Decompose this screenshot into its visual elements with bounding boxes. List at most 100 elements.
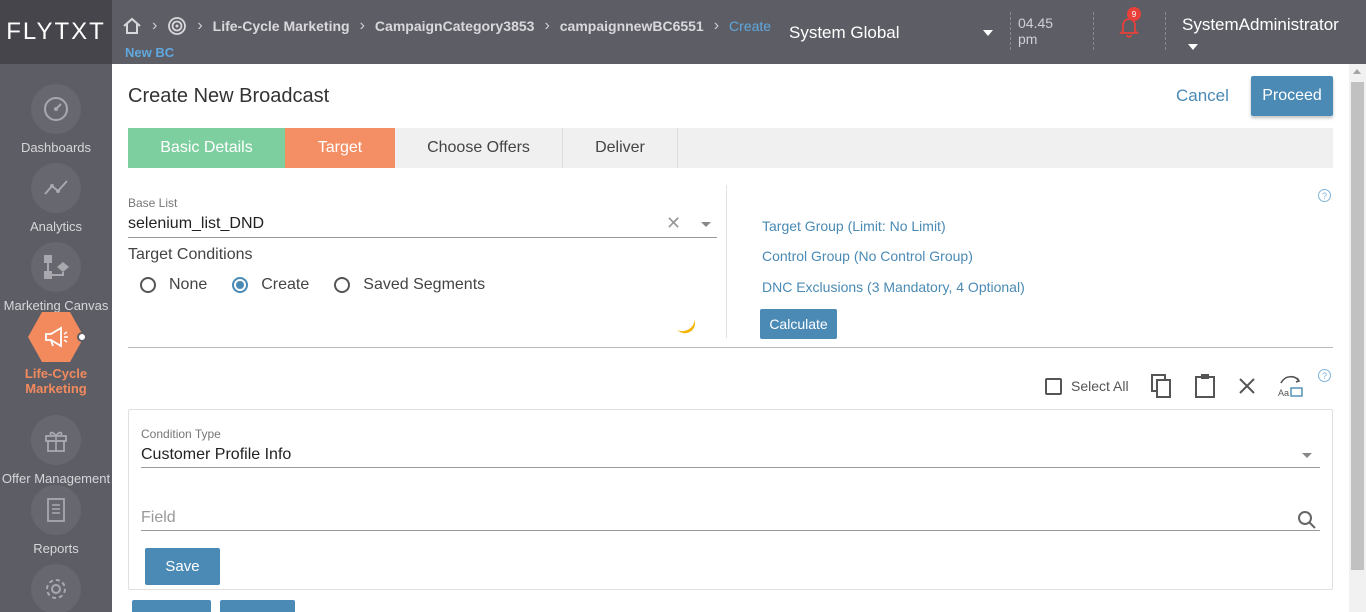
condition-type-select[interactable]: Customer Profile Info <box>141 446 291 464</box>
chevron-down-icon[interactable] <box>983 30 993 36</box>
chevron-right-icon: › <box>713 17 720 34</box>
dnc-exclusions-link[interactable]: DNC Exclusions (3 Mandatory, 4 Optional) <box>762 279 1025 295</box>
cancel-button[interactable]: Cancel <box>1176 86 1229 106</box>
condition-type-label: Condition Type <box>141 427 221 441</box>
gear-icon <box>31 564 81 612</box>
close-icon[interactable] <box>1237 376 1257 396</box>
chevron-right-icon: › <box>152 17 158 34</box>
sidebar-item-label: Life-Cycle Marketing <box>0 366 112 396</box>
chevron-down-icon[interactable] <box>1188 44 1198 50</box>
target-conditions-title: Target Conditions <box>128 246 253 263</box>
sidebar-item-reports[interactable]: Reports <box>0 485 112 556</box>
radio-none[interactable] <box>140 277 156 293</box>
label-line2: Marketing <box>25 381 87 396</box>
save-button[interactable]: Save <box>145 548 220 585</box>
underline <box>141 467 1320 468</box>
document-icon <box>31 485 81 535</box>
sidebar-item-marketing-canvas[interactable]: Marketing Canvas <box>0 242 112 313</box>
target-condition-options: None Create Saved Segments <box>140 276 510 294</box>
condition-card <box>128 409 1333 590</box>
clock: 04.45 pm <box>1018 15 1053 47</box>
paste-icon[interactable] <box>1193 373 1217 399</box>
megaphone-icon <box>28 312 84 362</box>
loading-spinner-icon <box>673 313 699 337</box>
select-all-checkbox[interactable] <box>1045 377 1062 395</box>
radio-label-none[interactable]: None <box>169 276 207 294</box>
wizard-steps: Basic Details Target Choose Offers Deliv… <box>128 128 1333 168</box>
sidebar: Dashboards Analytics Marketing Canvas Li… <box>0 64 112 612</box>
sidebar-item-lifecycle-marketing[interactable]: Life-Cycle Marketing <box>0 312 112 396</box>
scroll-up-icon[interactable] <box>1353 69 1361 74</box>
tab-basic-details[interactable]: Basic Details <box>128 128 285 168</box>
proceed-button[interactable]: Proceed <box>1251 76 1333 116</box>
breadcrumb-current-line2: New BC <box>125 45 175 60</box>
top-bar: FLYTXT › › Life-Cycle Marketing › Campai… <box>0 0 1366 64</box>
label-line1: Life-Cycle <box>24 366 88 381</box>
divider <box>1165 12 1166 50</box>
radio-create[interactable] <box>232 277 249 293</box>
sidebar-item-settings[interactable] <box>0 564 112 612</box>
flow-icon <box>31 242 81 292</box>
search-icon[interactable] <box>1297 510 1317 535</box>
calculate-button[interactable]: Calculate <box>760 309 837 339</box>
underline <box>128 237 717 238</box>
chevron-down-icon[interactable] <box>701 222 711 227</box>
column-divider <box>726 185 727 338</box>
base-list-select[interactable]: selenium_list_DND <box>128 215 264 233</box>
scope-dropdown[interactable]: System Global <box>789 23 900 43</box>
svg-text:Aa: Aa <box>1278 388 1289 398</box>
radio-label-saved-segments[interactable]: Saved Segments <box>363 276 485 294</box>
tab-choose-offers[interactable]: Choose Offers <box>395 128 563 168</box>
bottom-button[interactable] <box>220 600 295 612</box>
target-icon[interactable] <box>167 16 187 36</box>
radio-saved-segments[interactable] <box>334 277 351 293</box>
clear-icon[interactable]: ✕ <box>666 213 681 234</box>
time-value: 04.45 <box>1018 15 1054 31</box>
sidebar-item-label: Analytics <box>29 219 83 234</box>
sidebar-item-offer-management[interactable]: Offer Management <box>0 415 112 486</box>
base-list-label: Base List <box>128 196 178 210</box>
sidebar-item-dashboards[interactable]: Dashboards <box>0 84 112 155</box>
line-chart-icon <box>31 163 81 213</box>
chevron-right-icon: › <box>197 17 203 34</box>
page-title: Create New Broadcast <box>128 85 330 107</box>
gift-icon <box>31 415 81 465</box>
breadcrumb: › › Life-Cycle Marketing › CampaignCateg… <box>122 14 771 38</box>
underline <box>141 530 1320 531</box>
time-period: pm <box>1018 31 1038 47</box>
divider <box>1010 12 1011 50</box>
chevron-right-icon: › <box>359 17 365 34</box>
chevron-down-icon[interactable] <box>1302 453 1312 458</box>
active-indicator <box>77 332 87 342</box>
help-icon[interactable]: ? <box>1318 369 1331 382</box>
radio-label-create[interactable]: Create <box>261 276 309 294</box>
tab-target[interactable]: Target <box>285 128 395 168</box>
select-all-label[interactable]: Select All <box>1071 378 1129 394</box>
user-menu[interactable]: SystemAdministrator <box>1182 15 1339 35</box>
copy-icon[interactable] <box>1149 373 1173 399</box>
gauge-icon <box>31 84 81 134</box>
scrollbar-thumb[interactable] <box>1351 82 1364 570</box>
sidebar-item-label: Marketing Canvas <box>3 298 109 313</box>
text-image-icon[interactable]: Aa <box>1277 373 1305 399</box>
sidebar-item-label: Reports <box>33 541 79 556</box>
flytxt-logo[interactable]: FLYTXT <box>0 0 112 64</box>
breadcrumb-current: Create <box>729 18 772 34</box>
sidebar-item-label: Dashboards <box>20 140 92 155</box>
breadcrumb-item-category[interactable]: CampaignCategory3853 <box>375 18 535 34</box>
sidebar-item-analytics[interactable]: Analytics <box>0 163 112 234</box>
breadcrumb-item-lifecycle[interactable]: Life-Cycle Marketing <box>213 18 350 34</box>
target-group-link[interactable]: Target Group (Limit: No Limit) <box>762 218 946 234</box>
bottom-button[interactable] <box>132 600 211 612</box>
sidebar-item-label: Offer Management <box>1 471 111 486</box>
notification-badge: 9 <box>1127 7 1141 21</box>
tab-deliver[interactable]: Deliver <box>563 128 678 168</box>
help-icon[interactable]: ? <box>1318 189 1331 202</box>
field-input[interactable] <box>141 507 1291 529</box>
condition-toolbar: Select All Aa <box>1045 372 1325 400</box>
control-group-link[interactable]: Control Group (No Control Group) <box>762 248 973 264</box>
breadcrumb-item-campaign[interactable]: campaignnewBC6551 <box>560 18 704 34</box>
chevron-right-icon: › <box>544 17 550 34</box>
home-icon[interactable] <box>122 17 142 35</box>
section-divider <box>128 347 1333 348</box>
